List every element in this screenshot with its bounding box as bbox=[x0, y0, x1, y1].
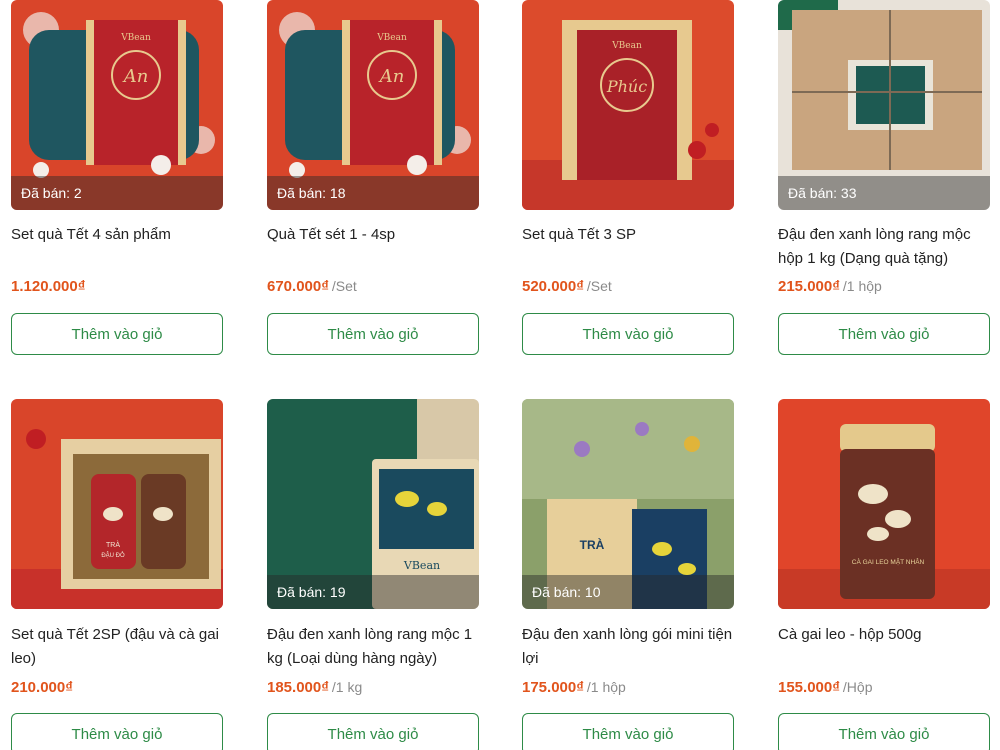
price-row: 215.000₫/1 hộp bbox=[778, 278, 882, 295]
sold-count-badge: Đã bán: 18 bbox=[267, 176, 479, 210]
product-name[interactable]: Đậu đen xanh lòng rang mộc 1 kg (Loại dù… bbox=[267, 623, 479, 671]
product-card[interactable]: VBean Đã bán: 19 Đậu đen xanh lòng rang … bbox=[267, 399, 479, 750]
product-card[interactable]: TRÀ Đã bán: 10 Đậu đen xanh lòng gói min… bbox=[522, 399, 734, 750]
product-image[interactable]: An VBean Đã bán: 2 bbox=[11, 0, 223, 210]
product-card[interactable]: TRÀ ĐẬU ĐỎ Set quà Tết 2SP (đậu và cà ga… bbox=[11, 399, 223, 750]
price-row: 155.000₫/Hộp bbox=[778, 679, 873, 696]
product-price: 155.000₫ bbox=[778, 679, 840, 696]
price-unit: /Set bbox=[331, 278, 357, 294]
product-image[interactable]: CÀ GAI LEO MẬT NHÂN bbox=[778, 399, 990, 609]
product-image[interactable]: TRÀ Đã bán: 10 bbox=[522, 399, 734, 609]
sold-count-badge: Đã bán: 10 bbox=[522, 575, 734, 609]
paper-jar-image: CÀ GAI LEO MẬT NHÂN bbox=[778, 399, 990, 609]
price-unit: /1 kg bbox=[331, 679, 363, 695]
add-to-cart-button[interactable]: Thêm vào giỏ bbox=[522, 313, 734, 355]
product-image[interactable]: VBean Đã bán: 19 bbox=[267, 399, 479, 609]
svg-text:VBean: VBean bbox=[611, 41, 642, 51]
product-name[interactable]: Set quà Tết 4 sản phẩm bbox=[11, 223, 223, 247]
price-unit: /1 hộp bbox=[842, 278, 882, 294]
product-name[interactable]: Đậu đen xanh lòng gói mini tiện lợi bbox=[522, 623, 734, 671]
product-price: 185.000₫ bbox=[267, 679, 329, 696]
svg-text:VBean: VBean bbox=[120, 33, 151, 43]
price-row: 1.120.000₫ bbox=[11, 278, 88, 295]
add-to-cart-button[interactable]: Thêm vào giỏ bbox=[267, 713, 479, 750]
svg-text:VBean: VBean bbox=[403, 559, 440, 572]
add-to-cart-button[interactable]: Thêm vào giỏ bbox=[522, 713, 734, 750]
svg-text:An: An bbox=[378, 66, 405, 87]
product-name[interactable]: Set quà Tết 2SP (đậu và cà gai leo) bbox=[11, 623, 223, 671]
svg-text:VBean: VBean bbox=[376, 33, 407, 43]
product-price: 520.000₫ bbox=[522, 278, 584, 295]
bamboo-box-phuc-image: Phúc VBean bbox=[522, 0, 734, 210]
product-card[interactable]: An VBean Đã bán: 18 Quà Tết sét 1 - 4sp … bbox=[267, 0, 479, 355]
product-card[interactable]: CÀ GAI LEO MẬT NHÂN Cà gai leo - hộp 500… bbox=[778, 399, 990, 750]
product-image[interactable]: TRÀ ĐẬU ĐỎ bbox=[11, 399, 223, 609]
price-row: 175.000₫/1 hộp bbox=[522, 679, 626, 696]
sold-count-badge: Đã bán: 33 bbox=[778, 176, 990, 210]
price-row: 210.000₫ bbox=[11, 679, 76, 696]
price-unit: /1 hộp bbox=[586, 679, 626, 695]
price-row: 670.000₫/Set bbox=[267, 278, 357, 295]
product-image[interactable]: Phúc VBean bbox=[522, 0, 734, 210]
svg-text:ĐẬU ĐỎ: ĐẬU ĐỎ bbox=[101, 552, 125, 559]
svg-text:CÀ GAI LEO MẬT NHÂN: CÀ GAI LEO MẬT NHÂN bbox=[852, 557, 925, 566]
add-to-cart-button[interactable]: Thêm vào giỏ bbox=[778, 313, 990, 355]
add-to-cart-button[interactable]: Thêm vào giỏ bbox=[778, 713, 990, 750]
svg-text:Phúc: Phúc bbox=[606, 77, 647, 96]
product-price: 215.000₫ bbox=[778, 278, 840, 295]
sold-count-badge: Đã bán: 2 bbox=[11, 176, 223, 210]
product-name[interactable]: Đậu đen xanh lòng rang mộc hộp 1 kg (Dạn… bbox=[778, 223, 990, 271]
price-unit: /Hộp bbox=[842, 679, 873, 695]
product-image[interactable]: Đã bán: 33 bbox=[778, 0, 990, 210]
price-row: 185.000₫/1 kg bbox=[267, 679, 362, 696]
add-to-cart-button[interactable]: Thêm vào giỏ bbox=[11, 713, 223, 750]
product-price: 670.000₫ bbox=[267, 278, 329, 295]
add-to-cart-button[interactable]: Thêm vào giỏ bbox=[267, 313, 479, 355]
product-card[interactable]: Phúc VBean Set quà Tết 3 SP 520.000₫/Set… bbox=[522, 0, 734, 355]
product-image[interactable]: An VBean Đã bán: 18 bbox=[267, 0, 479, 210]
product-price: 1.120.000₫ bbox=[11, 278, 86, 295]
product-name[interactable]: Set quà Tết 3 SP bbox=[522, 223, 734, 247]
svg-text:TRÀ: TRÀ bbox=[580, 537, 605, 552]
product-name[interactable]: Cà gai leo - hộp 500g bbox=[778, 623, 990, 647]
price-row: 520.000₫/Set bbox=[522, 278, 612, 295]
sold-count-badge: Đã bán: 19 bbox=[267, 575, 479, 609]
price-unit: /Set bbox=[586, 278, 612, 294]
product-grid: An VBean Đã bán: 2 Set quà Tết 4 sản phẩ… bbox=[0, 0, 1000, 750]
product-card[interactable]: Đã bán: 33 Đậu đen xanh lòng rang mộc hộ… bbox=[778, 0, 990, 355]
product-price: 175.000₫ bbox=[522, 679, 584, 696]
wooden-tray-jars-image: TRÀ ĐẬU ĐỎ bbox=[11, 399, 223, 609]
svg-text:An: An bbox=[122, 66, 149, 87]
product-price: 210.000₫ bbox=[11, 679, 73, 696]
add-to-cart-button[interactable]: Thêm vào giỏ bbox=[11, 313, 223, 355]
svg-text:TRÀ: TRÀ bbox=[106, 540, 120, 549]
product-name[interactable]: Quà Tết sét 1 - 4sp bbox=[267, 223, 479, 247]
product-card[interactable]: An VBean Đã bán: 2 Set quà Tết 4 sản phẩ… bbox=[11, 0, 223, 355]
